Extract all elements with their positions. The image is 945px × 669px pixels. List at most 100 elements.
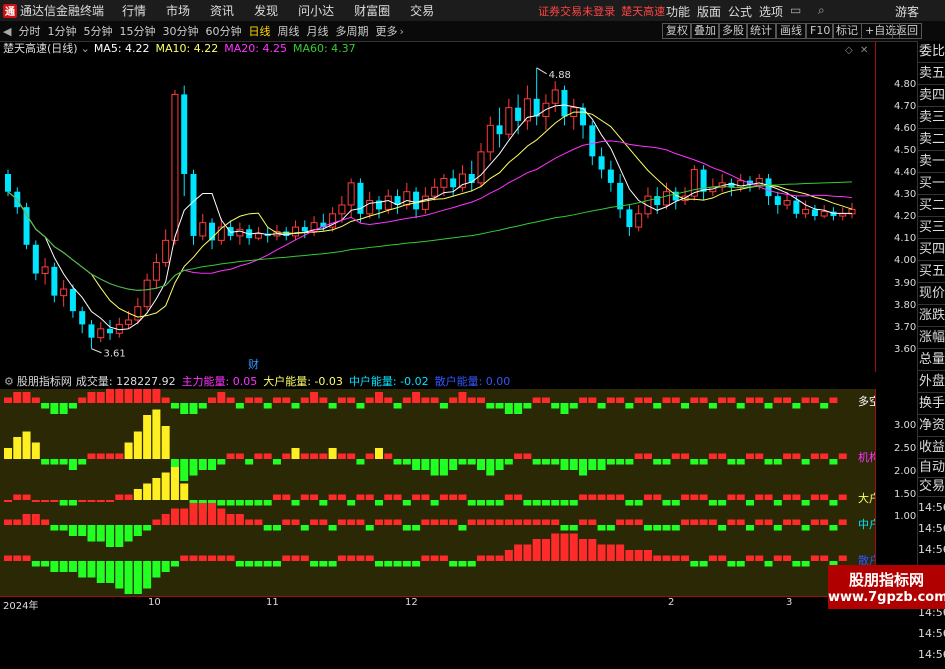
menu-hangqing[interactable]: 行情 (122, 2, 146, 19)
restore-rights-button[interactable]: 复权 (662, 23, 692, 39)
indicator-bar (356, 459, 365, 465)
indicator-bar (4, 519, 12, 525)
side-panel-item[interactable]: 委比 (918, 41, 945, 63)
mark-button[interactable]: 标记 (832, 23, 862, 39)
indicator-chart[interactable]: 多空机构大户中户散户 (0, 389, 875, 596)
menu-shichang[interactable]: 市场 (166, 2, 190, 19)
menu-caifuquan[interactable]: 财富圈 (354, 2, 390, 19)
indicator-bar (421, 519, 430, 525)
menu-zixun[interactable]: 资讯 (210, 2, 234, 19)
tab-fenshi[interactable]: 分时 (18, 23, 40, 39)
tab-30min[interactable]: 30分钟 (162, 23, 198, 39)
indicator-bar (569, 533, 578, 561)
indicator-bar (59, 403, 68, 414)
side-panel-item[interactable]: 净资 (918, 415, 945, 437)
tab-60min[interactable]: 60分钟 (205, 23, 241, 39)
side-panel-item[interactable]: 现价 (918, 283, 945, 305)
indicator-bar (569, 500, 578, 506)
indicator-bar (226, 555, 235, 561)
side-panel-item[interactable]: 卖四 (918, 85, 945, 107)
candle (60, 280, 68, 307)
candle (523, 85, 531, 130)
chevron-down-icon[interactable]: ⌄ (81, 42, 90, 55)
tab-5min[interactable]: 5分钟 (83, 23, 112, 39)
side-panel-item[interactable]: 换手 (918, 393, 945, 415)
minimize-icon[interactable]: ▭ (790, 3, 801, 17)
menu-banmian[interactable]: 版面 (697, 3, 721, 20)
indicator-bar (643, 494, 652, 500)
toolbar-left-arrow-icon[interactable]: ◀ (3, 25, 11, 38)
indicator-bar (337, 494, 346, 500)
indicator-bar (319, 561, 328, 567)
tab-daily[interactable]: 日线 (248, 23, 270, 39)
indicator-bar (337, 519, 346, 525)
diamond-icon[interactable]: ◇ (845, 45, 853, 56)
indicator-bar (365, 525, 374, 531)
side-panel-item[interactable]: 买一 (918, 173, 945, 195)
indicator-bar (838, 519, 847, 525)
indicator-bar (31, 397, 40, 403)
f10-button[interactable]: F10 (806, 23, 835, 39)
indicator-bar (495, 519, 504, 525)
ma20-line (7, 140, 853, 291)
chevron-right-icon[interactable]: › (399, 25, 403, 38)
login-warning[interactable]: 证券交易未登录 (538, 3, 615, 19)
menu-jiaoyi[interactable]: 交易 (410, 2, 434, 19)
indicator-bar (569, 459, 578, 470)
menu-wenxiaoda[interactable]: 问小达 (298, 2, 334, 19)
kline-chart[interactable]: 4.88 3.61 财 ◇ ✕ (0, 41, 875, 372)
tab-monthly[interactable]: 月线 (306, 23, 328, 39)
indicator-bar (189, 403, 198, 414)
candle (486, 116, 494, 161)
indicator-bar (78, 397, 87, 403)
tab-multi-period[interactable]: 多周期 (335, 23, 368, 39)
tab-more[interactable]: 更多 (375, 23, 397, 39)
finance-marker[interactable]: 财 (248, 357, 259, 371)
menu-gongneng[interactable]: 功能 (666, 3, 690, 20)
price-tick: 4.20 (894, 211, 917, 223)
side-panel-item[interactable]: 买三 (918, 217, 945, 239)
indicator-bar (634, 453, 643, 459)
indicator-bar (347, 519, 356, 525)
indicator-name[interactable]: 股朋指标网 (17, 373, 72, 389)
menu-gongshi[interactable]: 公式 (728, 3, 752, 20)
side-panel-item[interactable]: 买四 (918, 239, 945, 261)
side-panel-item[interactable]: 收益 (918, 437, 945, 459)
tab-15min[interactable]: 15分钟 (119, 23, 155, 39)
side-panel-item[interactable]: 涨跌 (918, 305, 945, 327)
watermark-badge: 股朋指标网 www.7gpzb.com (828, 565, 945, 609)
multi-stock-button[interactable]: 多股 (718, 23, 748, 39)
back-button[interactable]: 返回 (892, 23, 922, 39)
statistics-button[interactable]: 统计 (746, 23, 776, 39)
side-panel-item[interactable]: 外盘 (918, 371, 945, 393)
side-panel-item[interactable]: 总量 (918, 349, 945, 371)
side-panel-item[interactable]: 卖三 (918, 107, 945, 129)
row-label: 多空 (858, 394, 875, 408)
user-label[interactable]: 游客 (895, 3, 919, 20)
indicator-bar (662, 459, 671, 465)
side-panel-item[interactable]: 买二 (918, 195, 945, 217)
indicator-bar (22, 431, 31, 459)
menu-xuanxiang[interactable]: 选项 (759, 3, 783, 20)
close-icon[interactable]: ✕ (860, 45, 868, 56)
side-panel-item[interactable]: 交易 (918, 478, 945, 497)
gear-icon[interactable]: ⚙ (4, 375, 14, 388)
indicator-bar (319, 397, 328, 403)
tab-weekly[interactable]: 周线 (277, 23, 299, 39)
draw-line-button[interactable]: 画线 (776, 23, 806, 39)
indicator-bar (124, 389, 133, 403)
tab-1min[interactable]: 1分钟 (47, 23, 76, 39)
menu-faxian[interactable]: 发现 (254, 2, 278, 19)
side-panel-item[interactable]: 买五 (918, 261, 945, 283)
side-panel-item[interactable]: 卖一 (918, 151, 945, 173)
side-panel-item[interactable]: 卖五 (918, 63, 945, 85)
side-panel-item[interactable]: 涨幅 (918, 327, 945, 349)
indicator-bar (78, 500, 87, 502)
side-panel-item[interactable]: 自动 (918, 459, 945, 478)
search-icon[interactable]: ⌕ (818, 3, 825, 18)
overlay-button[interactable]: 叠加 (690, 23, 720, 39)
indicator-bar (514, 403, 523, 414)
indicator-bar (643, 525, 652, 531)
side-panel-item[interactable]: 卖二 (918, 129, 945, 151)
indicator-bar (634, 519, 643, 525)
